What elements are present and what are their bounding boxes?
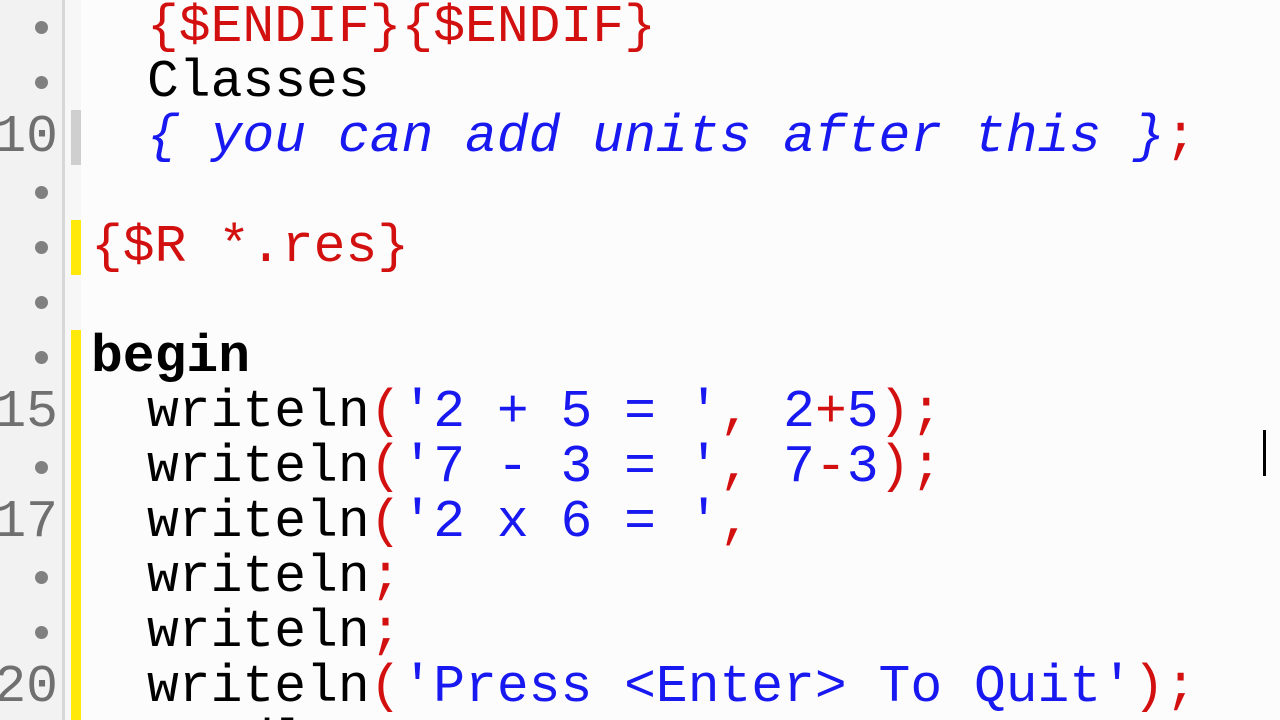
string-literal: 'Press <Enter> To Quit' bbox=[401, 657, 1133, 717]
code-area[interactable]: {$ENDIF}{$ENDIF} Classes { you can add u… bbox=[81, 0, 1280, 720]
breakpoint-dot-icon bbox=[35, 21, 48, 34]
gutter-row: 20 bbox=[0, 660, 62, 715]
line-number: 20 bbox=[0, 660, 58, 715]
identifier: writeln bbox=[147, 437, 370, 497]
gutter-row: 10 bbox=[0, 110, 62, 165]
gutter-row bbox=[0, 55, 62, 110]
gutter-row bbox=[0, 220, 62, 275]
gutter-row: 15 bbox=[0, 385, 62, 440]
change-marker-strip bbox=[71, 0, 81, 720]
identifier: writeln bbox=[147, 602, 370, 662]
code-line[interactable] bbox=[91, 275, 1280, 330]
string-literal: '2 x 6 = ' bbox=[401, 492, 719, 552]
identifier: writeln bbox=[147, 492, 370, 552]
directive: {$ENDIF}{$ENDIF} bbox=[147, 0, 656, 57]
keyword: begin bbox=[91, 327, 250, 387]
breakpoint-dot-icon bbox=[35, 461, 48, 474]
gutter-row bbox=[0, 550, 62, 605]
gutter-row bbox=[0, 0, 62, 55]
code-line[interactable] bbox=[91, 165, 1280, 220]
line-number: 15 bbox=[0, 385, 58, 440]
identifier: writeln bbox=[147, 547, 370, 607]
gutter-row bbox=[0, 165, 62, 220]
code-line[interactable]: begin bbox=[91, 330, 1280, 385]
code-line[interactable]: writeln('2 x 6 = ', bbox=[91, 495, 1280, 550]
line-number-gutter: 10 15 17 20 bbox=[0, 0, 65, 720]
identifier: writeln bbox=[147, 382, 370, 442]
code-line[interactable]: writeln('Press <Enter> To Quit'); bbox=[91, 660, 1280, 715]
breakpoint-dot-icon bbox=[35, 186, 48, 199]
operator: - bbox=[815, 437, 847, 497]
breakpoint-dot-icon bbox=[35, 76, 48, 89]
code-line[interactable]: writeln; bbox=[91, 605, 1280, 660]
code-line[interactable]: writeln('2 + 5 = ', 2+5); bbox=[91, 385, 1280, 440]
code-line[interactable]: { you can add units after this }; bbox=[91, 110, 1280, 165]
gutter-row bbox=[0, 605, 62, 660]
line-number: 10 bbox=[0, 110, 58, 165]
identifier: readln bbox=[147, 712, 338, 720]
comment: { you can add units after this } bbox=[147, 107, 1165, 167]
gutter-row bbox=[0, 330, 62, 385]
text-cursor-icon bbox=[1263, 430, 1266, 476]
directive: {$R *.res} bbox=[91, 217, 409, 277]
breakpoint-dot-icon bbox=[35, 571, 48, 584]
breakpoint-dot-icon bbox=[35, 296, 48, 309]
code-line[interactable]: Classes bbox=[91, 55, 1280, 110]
string-literal: '2 + 5 = ' bbox=[401, 382, 719, 442]
code-line[interactable]: writeln('7 - 3 = ', 7-3); bbox=[91, 440, 1280, 495]
breakpoint-dot-icon bbox=[35, 241, 48, 254]
gutter-row bbox=[0, 275, 62, 330]
symbol: ; bbox=[1165, 107, 1197, 167]
code-line[interactable]: {$ENDIF}{$ENDIF} bbox=[91, 0, 1280, 55]
code-line[interactable]: {$R *.res} bbox=[91, 220, 1280, 275]
breakpoint-dot-icon bbox=[35, 626, 48, 639]
code-editor[interactable]: 10 15 17 20 {$ENDIF}{$ENDIF} Classes { y… bbox=[0, 0, 1280, 720]
gutter-row bbox=[0, 440, 62, 495]
identifier: writeln bbox=[147, 657, 370, 717]
line-number: 17 bbox=[0, 495, 58, 550]
gutter-row: 17 bbox=[0, 495, 62, 550]
string-literal: '7 - 3 = ' bbox=[401, 437, 719, 497]
code-line[interactable]: writeln; bbox=[91, 550, 1280, 605]
breakpoint-dot-icon bbox=[35, 351, 48, 364]
operator: + bbox=[815, 382, 847, 442]
identifier: Classes bbox=[147, 52, 370, 112]
